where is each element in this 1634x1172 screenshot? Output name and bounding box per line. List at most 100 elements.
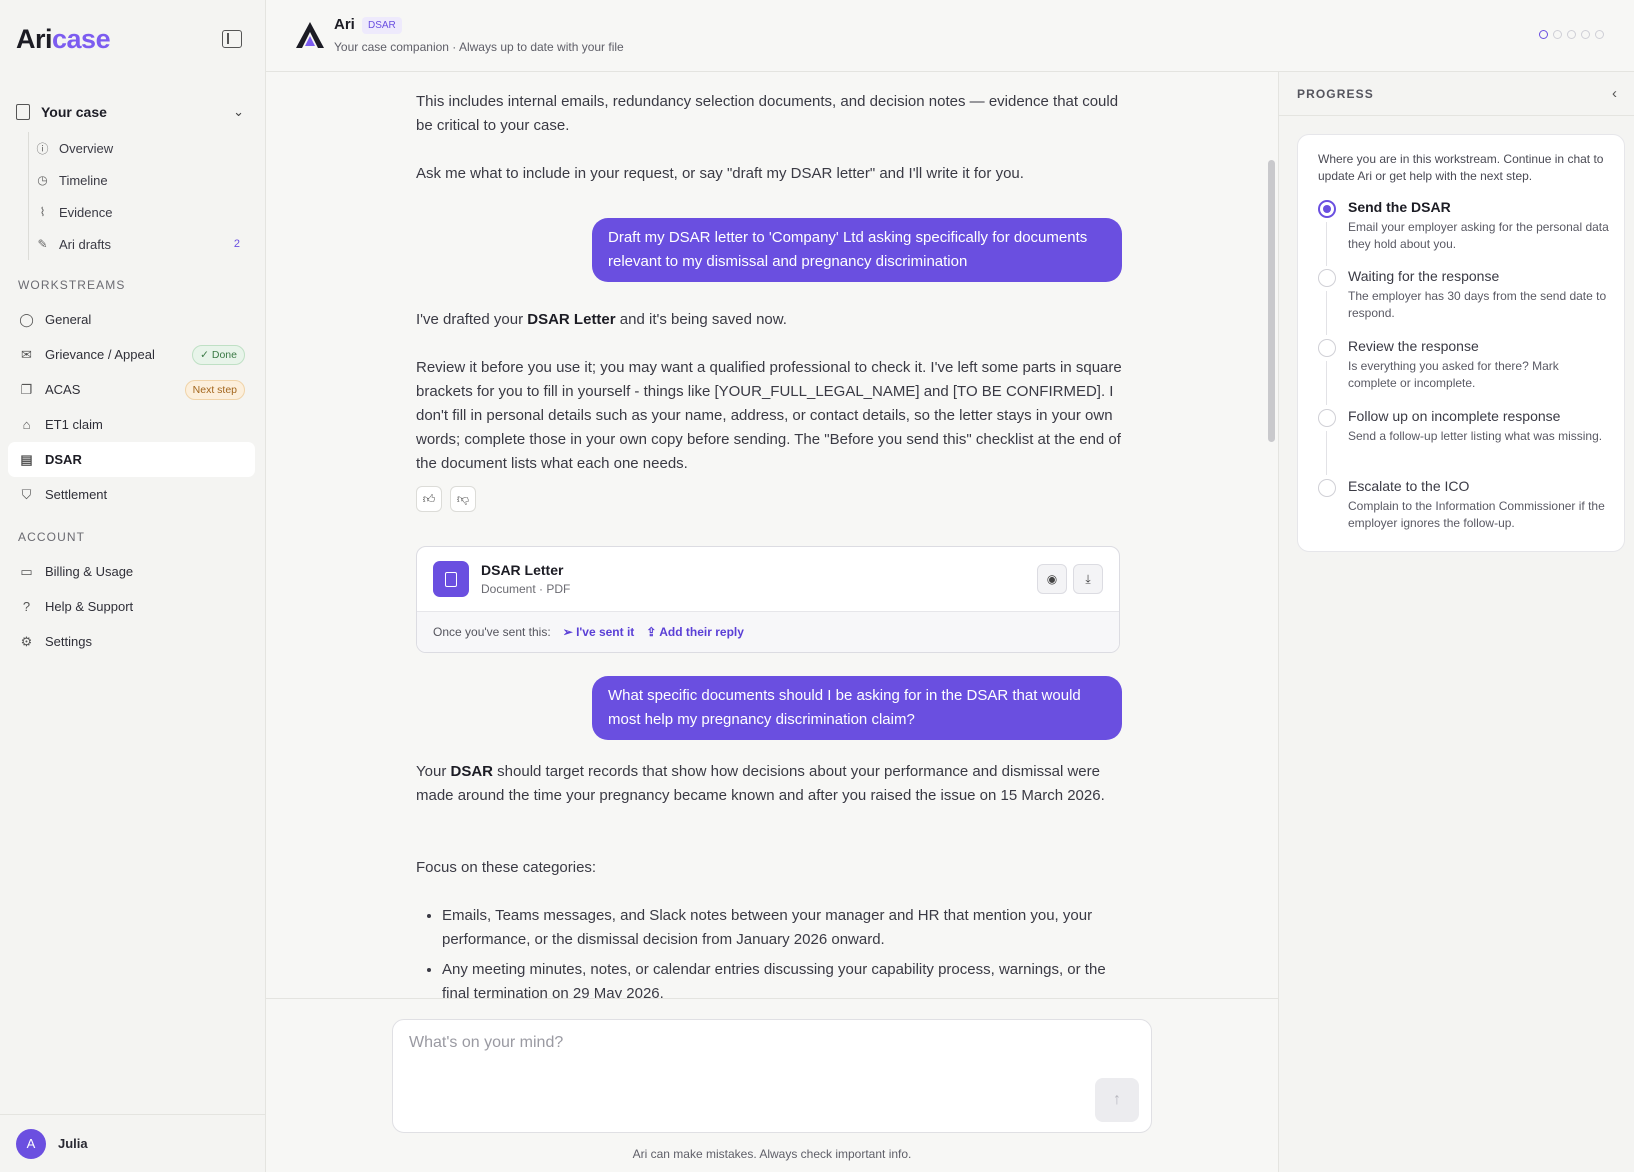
user-message-bubble: What specific documents should I be aski… [592, 676, 1122, 740]
step-title: Follow up on incomplete response [1348, 408, 1561, 424]
message-text: and it's being saved now. [615, 311, 787, 328]
chat-scrollbar[interactable] [1268, 160, 1275, 442]
sidebar-item-billing[interactable]: ▭ Billing & Usage [8, 554, 255, 589]
sidebar-item-label: ACAS [45, 382, 81, 397]
send-arrow-up-icon[interactable]: ↑ [1095, 1078, 1139, 1122]
step-title: Review the response [1348, 338, 1479, 354]
sidebar-item-ari-drafts[interactable]: ✎ Ari drafts 2 [29, 228, 250, 260]
chevron-left-icon[interactable]: ‹ [1612, 85, 1617, 102]
add-reply-link[interactable]: ⇪ Add their reply [646, 625, 744, 639]
assistant-name: Ari [334, 16, 355, 33]
document-card-footer: Once you've sent this: ➢ I've sent it ⇪ … [417, 612, 1119, 652]
document-meta: Document · PDF [481, 582, 571, 596]
chat-bubble-icon: ◯ [19, 311, 34, 327]
sidebar-item-timeline[interactable]: ◷ Timeline [29, 164, 250, 196]
message-bold-text: DSAR Letter [527, 311, 616, 328]
assistant-subtitle: Your case companion · Always up to date … [334, 40, 624, 54]
sidebar-item-overview[interactable]: ⓘ Overview [29, 132, 250, 164]
sidebar: Aricase Your case ⌄ ⓘ Overview ◷ Timelin… [0, 0, 266, 1172]
ive-sent-it-link[interactable]: ➢ I've sent it [563, 625, 635, 639]
once-sent-label: Once you've sent this: [433, 625, 551, 639]
sidebar-item-dsar[interactable]: ▤ DSAR [8, 442, 255, 477]
user-menu[interactable]: A Julia [0, 1114, 266, 1172]
credit-card-icon: ▭ [20, 563, 33, 579]
sidebar-item-label: Settlement [45, 487, 108, 502]
link-label: I've sent it [576, 625, 635, 639]
assistant-message: This includes internal emails, redundanc… [416, 93, 1119, 134]
case-submenu: ⓘ Overview ◷ Timeline ⌇ Evidence ✎ Ari d… [28, 132, 250, 260]
thumbs-up-icon[interactable]: 👍︎ [416, 486, 442, 512]
composer[interactable]: ↑ [392, 1019, 1152, 1133]
progress-dot [1567, 30, 1576, 39]
assistant-message: I've drafted your DSAR Letter and it's b… [416, 308, 1122, 332]
envelope-icon: ✉ [21, 346, 32, 362]
sidebar-item-grievance[interactable]: ✉ Grievance / Appeal ✓ Done [8, 337, 255, 372]
handshake-icon: ⛉ [21, 486, 32, 502]
step-description: Email your employer asking for the perso… [1348, 220, 1609, 251]
user-name: Julia [58, 1136, 88, 1151]
drafts-count-badge: 2 [233, 238, 240, 250]
step-description: The employer has 30 days from the send d… [1348, 289, 1607, 320]
message-input[interactable] [409, 1034, 1009, 1052]
progress-intro: Where you are in this workstream. Contin… [1318, 152, 1604, 183]
step-indicator [1318, 269, 1336, 287]
download-icon[interactable]: ⤓ [1073, 564, 1103, 594]
thumbs-down-icon[interactable]: 👎︎ [450, 486, 476, 512]
step-current-indicator [1318, 200, 1336, 218]
assistant-message: Your DSAR should target records that sho… [416, 760, 1122, 808]
sidebar-item-general[interactable]: ◯ General [8, 302, 255, 337]
sidebar-item-help[interactable]: ? Help & Support [8, 589, 255, 624]
sidebar-item-label: Settings [45, 634, 92, 649]
progress-panel: PROGRESS ‹ Where you are in this workstr… [1278, 72, 1634, 1172]
app-logo[interactable]: Aricase [16, 24, 111, 55]
message-text: should target records that show how deci… [416, 763, 1105, 804]
sidebar-item-acas[interactable]: ❐ ACAS Next step [8, 372, 255, 407]
list-item: Any meeting minutes, notes, or calendar … [442, 958, 1122, 998]
step-title: Waiting for the response [1348, 268, 1500, 284]
preview-eye-icon[interactable]: ◉ [1037, 564, 1067, 594]
sidebar-item-settings[interactable]: ⚙ Settings [8, 624, 255, 659]
message-text: I've drafted your [416, 311, 528, 328]
sidebar-item-label: Help & Support [45, 599, 134, 614]
sidebar-item-evidence[interactable]: ⌇ Evidence [29, 196, 250, 228]
case-file-icon [16, 104, 30, 120]
step-indicator [1318, 339, 1336, 357]
workstreams-nav: ◯ General ✉ Grievance / Appeal ✓ Done ❐ … [8, 302, 255, 512]
status-badge-next-step: Next step [184, 379, 245, 400]
your-case-label: Your case [41, 104, 107, 120]
assistant-message: Focus on these categories: [416, 859, 597, 876]
progress-dot [1595, 30, 1604, 39]
document-actions: ◉ ⤓ [1037, 564, 1103, 594]
sidebar-item-label: Evidence [59, 204, 113, 220]
step-description: Send a follow-up letter listing what was… [1348, 429, 1603, 443]
message-bold-text: DSAR [450, 763, 493, 780]
your-case-toggle[interactable]: Your case ⌄ [16, 100, 250, 124]
step-description: Is everything you asked for there? Mark … [1348, 359, 1559, 390]
gear-icon: ⚙ [20, 633, 33, 649]
progress-dot [1539, 30, 1548, 39]
step-title: Escalate to the ICO [1348, 478, 1470, 494]
step-indicator [1318, 409, 1336, 427]
sidebar-item-label: DSAR [45, 452, 82, 467]
sidebar-item-settlement[interactable]: ⛉ Settlement [8, 477, 255, 512]
document-title: DSAR Letter [481, 562, 564, 578]
disclaimer-text: Ari can make mistakes. Always check impo… [632, 1147, 912, 1161]
progress-dots [1539, 30, 1604, 39]
progress-panel-header: PROGRESS ‹ [1279, 72, 1634, 116]
document-card[interactable]: DSAR Letter Document · PDF ◉ ⤓ Once you'… [416, 546, 1120, 653]
step-connector [1326, 222, 1327, 266]
status-badge-done: ✓ Done [192, 344, 245, 365]
question-circle-icon: ? [22, 599, 31, 614]
progress-card: Where you are in this workstream. Contin… [1297, 134, 1625, 552]
logo-accent-text: case [52, 24, 111, 54]
upload-icon: ⇪ [646, 625, 660, 639]
sidebar-item-et1-claim[interactable]: ⌂ ET1 claim [8, 407, 255, 442]
sidebar-item-label: Timeline [59, 172, 108, 188]
sidebar-toggle-icon[interactable] [222, 30, 242, 48]
logo-text: Ari [16, 24, 53, 54]
chat-double-icon: ❐ [20, 381, 33, 397]
link-label: Add their reply [659, 625, 744, 639]
chat-thread[interactable]: This includes internal emails, redundanc… [266, 72, 1278, 998]
progress-title: PROGRESS [1297, 87, 1374, 101]
progress-dot [1581, 30, 1590, 39]
